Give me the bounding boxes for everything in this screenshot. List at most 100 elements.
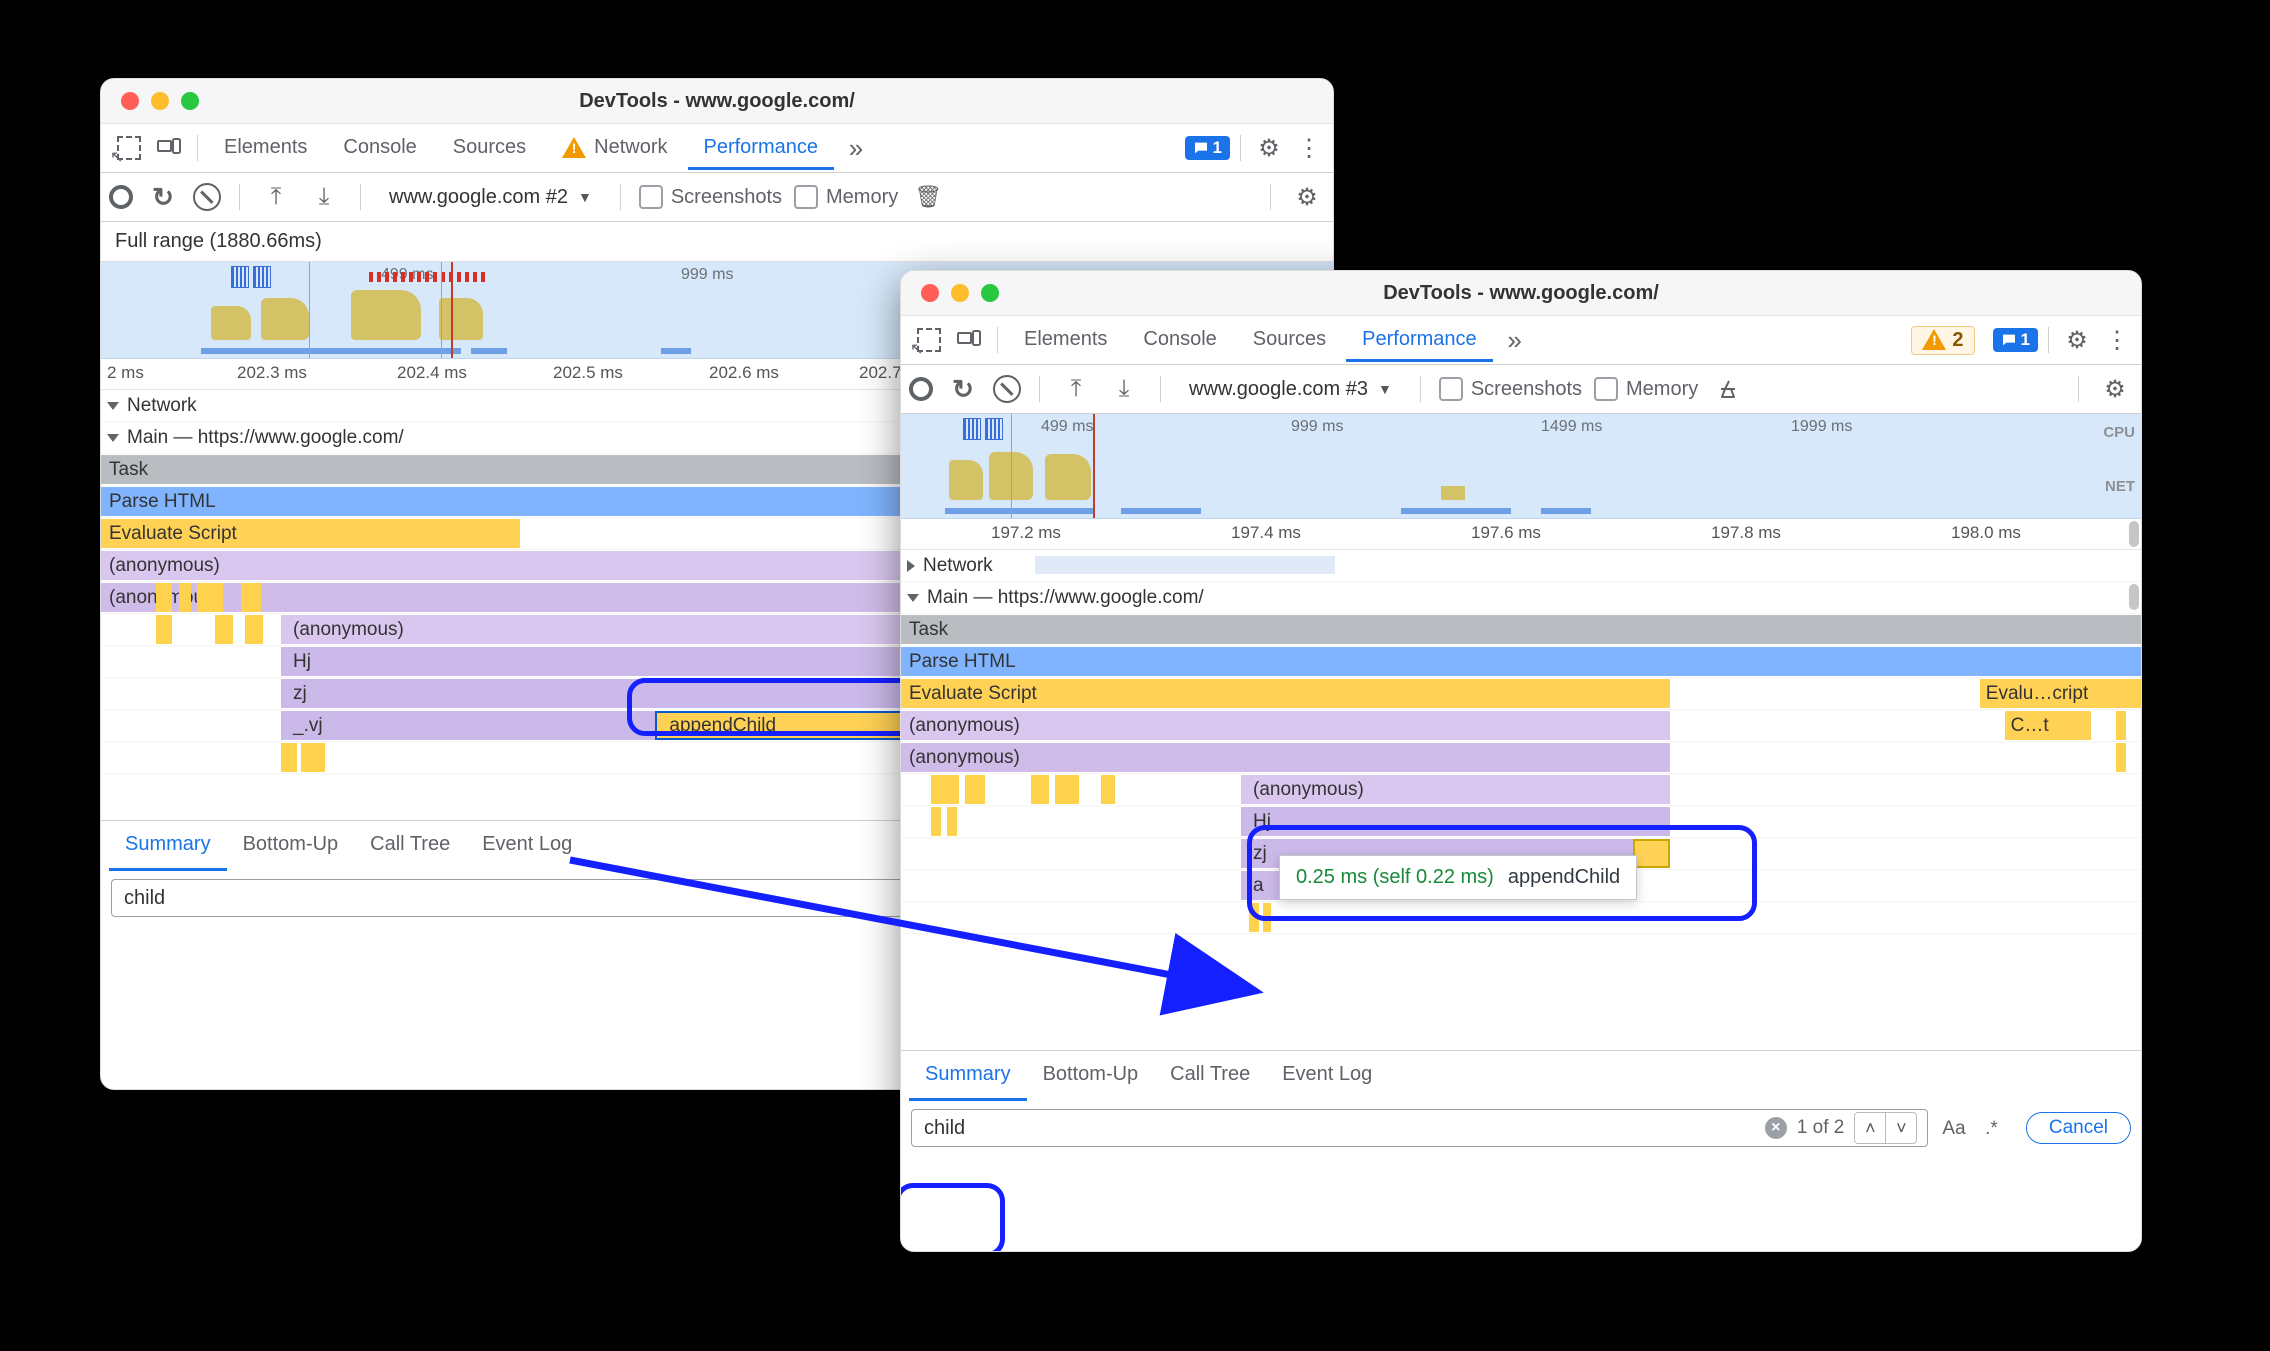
tab-console[interactable]: Console: [1127, 318, 1232, 362]
device-toolbar-icon[interactable]: [151, 130, 187, 166]
prev-result-icon[interactable]: ˄: [1855, 1113, 1885, 1143]
chevron-down-icon: ▼: [1378, 381, 1392, 397]
tab-bottom-up[interactable]: Bottom-Up: [1027, 1051, 1155, 1101]
bar-hj[interactable]: Hj: [1241, 807, 1670, 836]
bar-ct-tail[interactable]: C…t: [2005, 711, 2092, 740]
tab-performance[interactable]: Performance: [688, 126, 835, 170]
window-title: DevTools - www.google.com/: [101, 90, 1333, 113]
bar-task[interactable]: Task: [901, 615, 2141, 644]
window-title: DevTools - www.google.com/: [901, 282, 2141, 305]
tab-call-tree[interactable]: Call Tree: [1154, 1051, 1266, 1101]
profile-select[interactable]: www.google.com #2 ▼: [379, 182, 602, 213]
clear-search-icon[interactable]: ×: [1765, 1117, 1787, 1139]
regex-toggle[interactable]: .*: [1985, 1118, 1998, 1139]
gc-icon[interactable]: [1710, 371, 1746, 407]
tab-summary[interactable]: Summary: [109, 821, 227, 871]
search-input[interactable]: [922, 1116, 1755, 1141]
screenshots-checkbox[interactable]: Screenshots: [1439, 377, 1582, 401]
panel-tabs: ↖ Elements Console Sources Network Perfo…: [101, 124, 1333, 173]
tab-call-tree[interactable]: Call Tree: [354, 821, 466, 871]
tab-performance[interactable]: Performance: [1346, 318, 1493, 362]
bar-zj[interactable]: zj: [281, 679, 902, 708]
network-group[interactable]: Network: [923, 555, 993, 577]
bar-anon2[interactable]: (anonymous): [901, 743, 1670, 772]
search-input-wrapper[interactable]: × 1 of 2 ˄ ˅: [911, 1109, 1928, 1147]
save-profile-icon[interactable]: [1058, 371, 1094, 407]
bar-parse[interactable]: Parse HTML: [901, 647, 2141, 676]
minimize-icon[interactable]: [951, 284, 969, 302]
annotation-highlight-search: [900, 1183, 1005, 1252]
close-icon[interactable]: [921, 284, 939, 302]
tooltip-name: appendChild: [1508, 866, 1620, 888]
memory-checkbox[interactable]: Memory: [794, 185, 898, 209]
load-profile-icon[interactable]: [306, 179, 342, 215]
screenshots-checkbox[interactable]: Screenshots: [639, 185, 782, 209]
main-group[interactable]: Main — https://www.google.com/: [127, 427, 404, 449]
tab-console[interactable]: Console: [327, 126, 432, 170]
settings-icon[interactable]: [1251, 130, 1287, 166]
load-profile-icon[interactable]: [1106, 371, 1142, 407]
bar-selected[interactable]: [1633, 839, 1670, 868]
overview-timeline[interactable]: 499 ms 999 ms 1499 ms 1999 ms CPU NET: [901, 414, 2141, 519]
bar-appendchild[interactable]: appendChild: [655, 711, 901, 740]
warnings-badge[interactable]: 2: [1911, 326, 1974, 355]
clear-button[interactable]: [193, 183, 221, 211]
search-nav[interactable]: ˄ ˅: [1854, 1112, 1917, 1144]
search-options: Aa .*: [1942, 1117, 2012, 1140]
network-group[interactable]: Network: [127, 395, 197, 417]
tab-bottom-up[interactable]: Bottom-Up: [227, 821, 355, 871]
messages-badge[interactable]: 1: [1993, 328, 2038, 352]
messages-badge[interactable]: 1: [1185, 136, 1230, 160]
net-label: NET: [2105, 478, 2135, 495]
reload-button[interactable]: [945, 371, 981, 407]
save-profile-icon[interactable]: [258, 179, 294, 215]
bar-eval-tail[interactable]: Evalu…cript: [1980, 679, 2141, 708]
match-case-toggle[interactable]: Aa: [1942, 1118, 1965, 1139]
bar-anon1[interactable]: (anonymous): [901, 711, 1670, 740]
device-toolbar-icon[interactable]: [951, 322, 987, 358]
menu-icon[interactable]: [2099, 322, 2135, 358]
bar-eval[interactable]: Evaluate Script: [901, 679, 1670, 708]
menu-icon[interactable]: [1291, 130, 1327, 166]
more-tabs-icon[interactable]: [1497, 322, 1533, 358]
tab-sources[interactable]: Sources: [437, 126, 542, 170]
record-button[interactable]: [909, 377, 933, 401]
tab-elements[interactable]: Elements: [208, 126, 323, 170]
tooltip-time: 0.25 ms (self 0.22 ms): [1296, 866, 1494, 888]
tab-sources[interactable]: Sources: [1237, 318, 1342, 362]
performance-toolbar: www.google.com #3 ▼ Screenshots Memory: [901, 365, 2141, 414]
memory-checkbox[interactable]: Memory: [1594, 377, 1698, 401]
close-icon[interactable]: [121, 92, 139, 110]
profile-select[interactable]: www.google.com #3 ▼: [1179, 374, 1402, 405]
cancel-button[interactable]: Cancel: [2026, 1112, 2131, 1144]
timing-tooltip: 0.25 ms (self 0.22 ms) appendChild: [1279, 855, 1637, 900]
bar-vj[interactable]: _.vj: [281, 711, 655, 740]
maximize-icon[interactable]: [981, 284, 999, 302]
tab-elements[interactable]: Elements: [1008, 318, 1123, 362]
time-ruler[interactable]: 197.2 ms 197.4 ms 197.6 ms 197.8 ms 198.…: [901, 519, 2141, 550]
main-group[interactable]: Main — https://www.google.com/: [927, 587, 1204, 609]
trash-icon[interactable]: [910, 179, 946, 215]
flame-chart[interactable]: Network Main — https://www.google.com/ T…: [901, 550, 2141, 1050]
minimize-icon[interactable]: [151, 92, 169, 110]
tab-network[interactable]: Network: [546, 126, 683, 170]
tab-event-log[interactable]: Event Log: [1266, 1051, 1388, 1101]
capture-settings-icon[interactable]: [2097, 371, 2133, 407]
find-bar: × 1 of 2 ˄ ˅ Aa .* Cancel: [901, 1101, 2141, 1159]
reload-button[interactable]: [145, 179, 181, 215]
clear-button[interactable]: [993, 375, 1021, 403]
tab-event-log[interactable]: Event Log: [466, 821, 588, 871]
capture-settings-icon[interactable]: [1289, 179, 1325, 215]
more-tabs-icon[interactable]: [838, 130, 874, 166]
tab-summary[interactable]: Summary: [909, 1051, 1027, 1101]
bar-eval[interactable]: Evaluate Script: [101, 519, 520, 548]
details-tabs: Summary Bottom-Up Call Tree Event Log: [901, 1050, 2141, 1101]
settings-icon[interactable]: [2059, 322, 2095, 358]
bar-anon3[interactable]: (anonymous): [1241, 775, 1670, 804]
range-label: Full range (1880.66ms): [101, 222, 1333, 262]
next-result-icon[interactable]: ˅: [1885, 1113, 1916, 1143]
warning-icon: [562, 137, 586, 159]
record-button[interactable]: [109, 185, 133, 209]
performance-toolbar: www.google.com #2 ▼ Screenshots Memory: [101, 173, 1333, 222]
maximize-icon[interactable]: [181, 92, 199, 110]
